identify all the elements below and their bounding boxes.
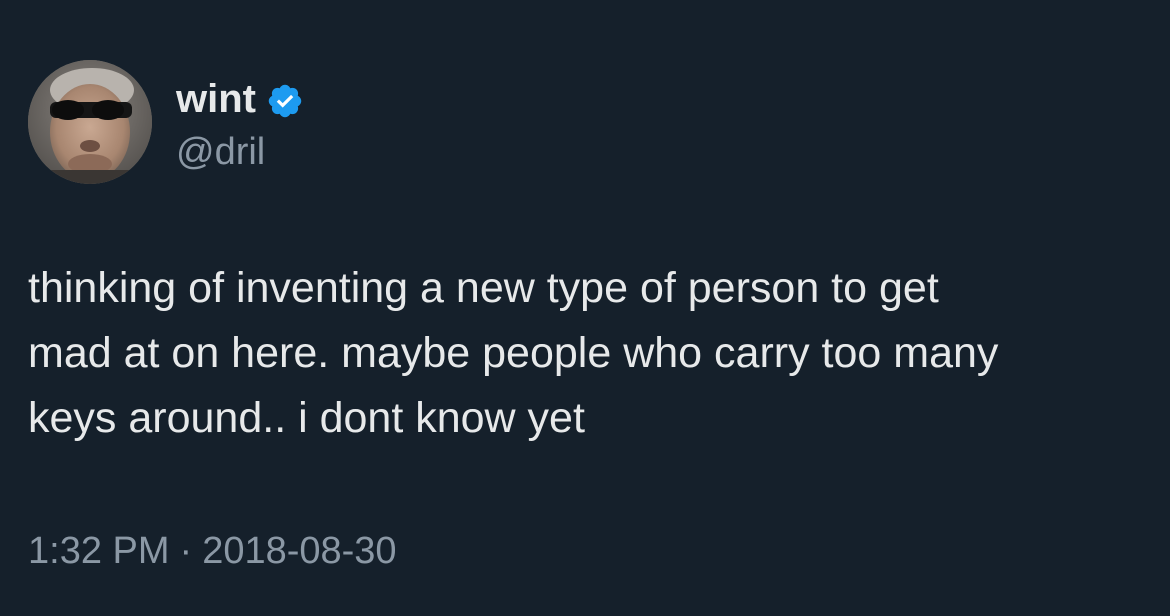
timestamp-separator: · <box>179 530 193 572</box>
tweet-date: 2018-08-30 <box>202 530 397 572</box>
tweet-timestamp[interactable]: 1:32 PM · 2018-08-30 <box>28 526 397 576</box>
author-handle[interactable]: @dril <box>176 128 265 176</box>
tweet-card: wint @dril thinking of inventing a new t… <box>0 0 1170 616</box>
tweet-time: 1:32 PM <box>28 530 170 572</box>
author-avatar[interactable] <box>28 60 152 184</box>
tweet-text: thinking of inventing a new type of pers… <box>28 264 999 442</box>
avatar-image <box>28 60 152 184</box>
author-display-name[interactable]: wint <box>176 74 256 124</box>
author-name-row: wint <box>176 74 304 124</box>
verified-badge-icon <box>268 84 302 118</box>
